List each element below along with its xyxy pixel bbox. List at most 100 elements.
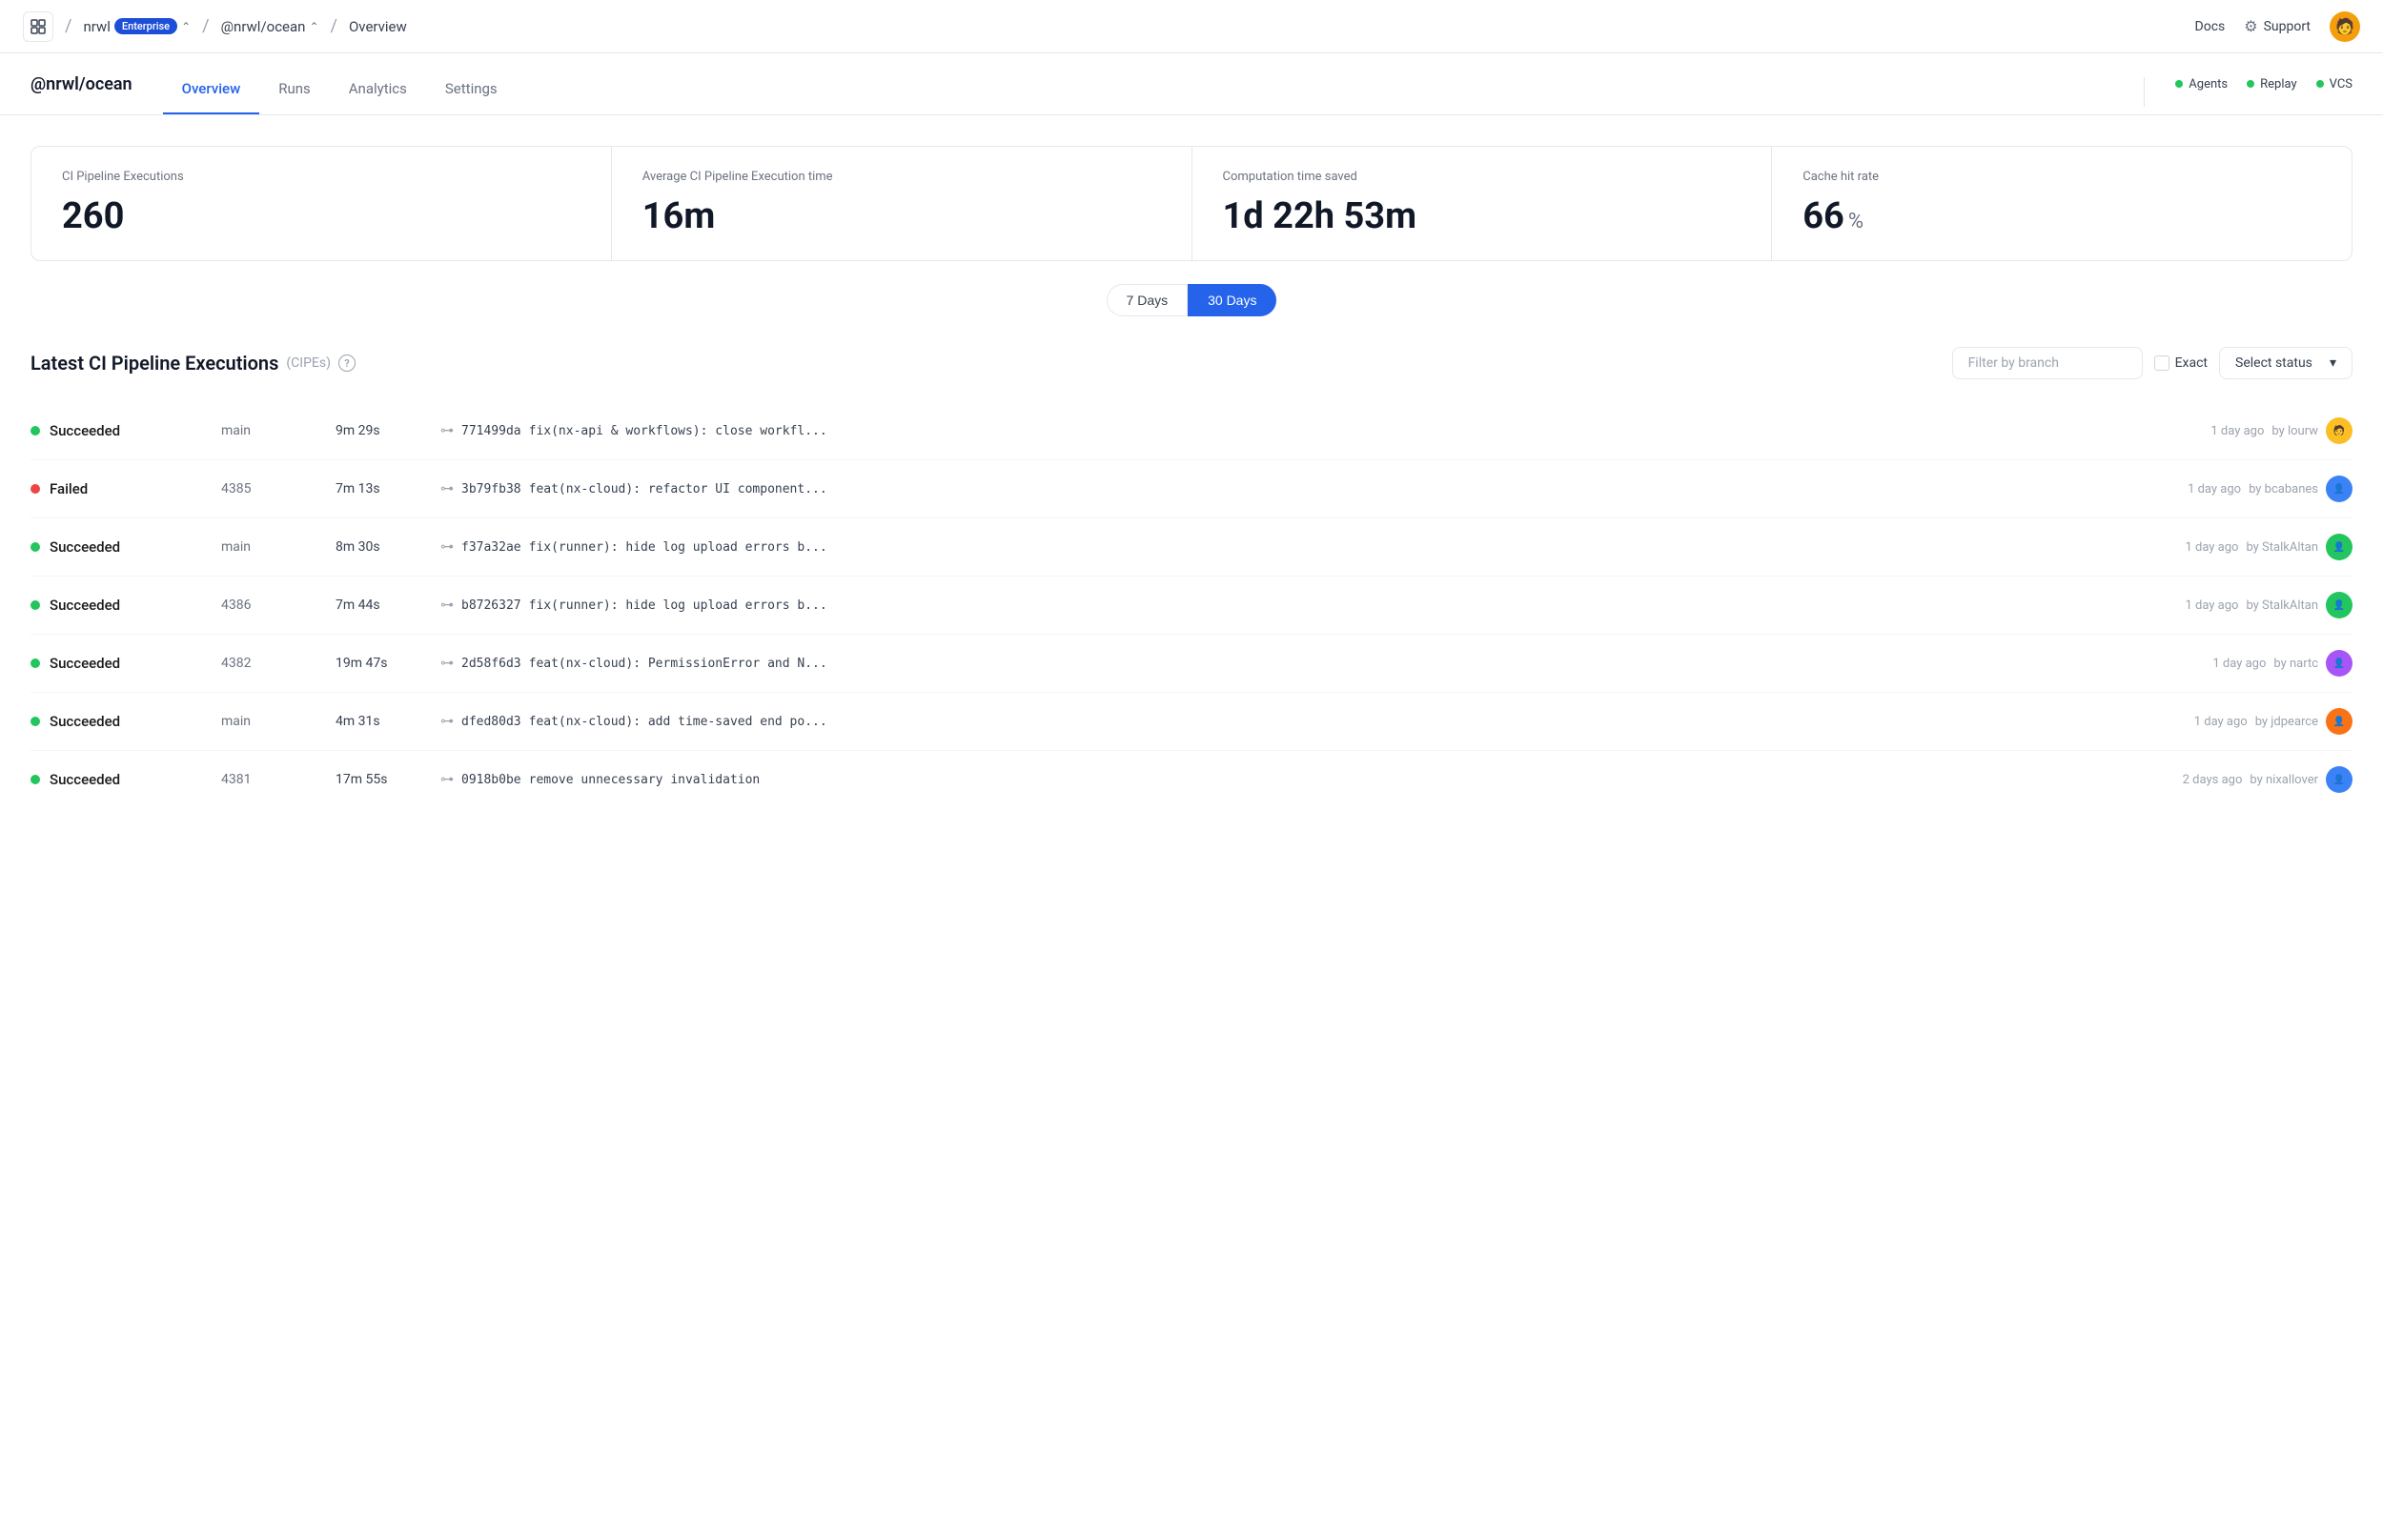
row-duration: 7m 44s bbox=[336, 598, 440, 613]
row-duration: 7m 13s bbox=[336, 481, 440, 496]
pipeline-title: Latest CI Pipeline Executions (CIPEs) ? bbox=[31, 352, 356, 375]
branch-filter-input[interactable]: Filter by branch bbox=[1952, 347, 2143, 379]
page-header: @nrwl/ocean Overview Runs Analytics Sett… bbox=[0, 53, 2383, 115]
table-row[interactable]: Succeeded main 8m 30s ⊶ f37a32ae fix(run… bbox=[31, 518, 2352, 577]
commit-message: fix(runner): hide log upload errors b... bbox=[529, 598, 827, 613]
cipe-table: Succeeded main 9m 29s ⊶ 771499da fix(nx-… bbox=[31, 402, 2352, 808]
stat-computation: Computation time saved 1d 22h 53m bbox=[1192, 147, 1773, 260]
table-row[interactable]: Succeeded 4386 7m 44s ⊶ b8726327 fix(run… bbox=[31, 577, 2352, 635]
commit-message: fix(nx-api & workflows): close workfl... bbox=[529, 424, 827, 438]
stat-cache: Cache hit rate 66 % bbox=[1772, 147, 2352, 260]
commit-icon: ⊶ bbox=[440, 481, 454, 496]
commit-icon: ⊶ bbox=[440, 772, 454, 787]
page-tabs: Overview Runs Analytics Settings bbox=[163, 69, 2145, 114]
tab-settings[interactable]: Settings bbox=[426, 69, 517, 114]
enterprise-badge: Enterprise bbox=[114, 18, 177, 34]
replay-dot bbox=[2247, 80, 2254, 88]
period-30days-button[interactable]: 30 Days bbox=[1188, 284, 1276, 316]
help-icon[interactable]: ? bbox=[338, 355, 356, 372]
status-icon bbox=[31, 542, 40, 552]
status-select-chevron-icon: ▾ bbox=[2330, 355, 2336, 371]
table-row[interactable]: Succeeded main 9m 29s ⊶ 771499da fix(nx-… bbox=[31, 402, 2352, 460]
workspace-name: @nrwl/ocean bbox=[221, 18, 306, 35]
commit-hash: 771499da bbox=[461, 424, 521, 438]
tab-analytics[interactable]: Analytics bbox=[330, 69, 426, 114]
user-avatar[interactable]: 🧑 bbox=[2330, 11, 2360, 42]
status-icon bbox=[31, 775, 40, 784]
support-link[interactable]: ⚙ Support bbox=[2244, 17, 2311, 35]
stat-executions-label: CI Pipeline Executions bbox=[62, 170, 580, 184]
app-logo[interactable] bbox=[23, 11, 53, 42]
status-label: Succeeded bbox=[50, 422, 120, 439]
pipeline-filters: Filter by branch Exact Select status ▾ bbox=[1952, 347, 2352, 379]
replay-label: Replay bbox=[2260, 77, 2297, 91]
status-label: Failed bbox=[50, 480, 88, 497]
commit-hash: 3b79fb38 bbox=[461, 482, 521, 496]
row-status: Succeeded bbox=[31, 713, 221, 730]
org-name: nrwl bbox=[83, 18, 110, 35]
row-status: Succeeded bbox=[31, 597, 221, 614]
row-duration: 8m 30s bbox=[336, 539, 440, 555]
row-meta: 1 day ago by nartc 👤 bbox=[2212, 650, 2352, 677]
status-label: Succeeded bbox=[50, 597, 120, 614]
row-branch: 4382 bbox=[221, 656, 336, 671]
row-duration: 17m 55s bbox=[336, 772, 440, 787]
org-title: @nrwl/ocean bbox=[31, 74, 132, 110]
exact-filter[interactable]: Exact bbox=[2154, 355, 2208, 371]
stat-cache-value: 66 % bbox=[1803, 195, 2321, 237]
row-branch: main bbox=[221, 423, 336, 438]
vcs-dot bbox=[2316, 80, 2324, 88]
period-7days-button[interactable]: 7 Days bbox=[1107, 284, 1189, 316]
pipeline-title-text: Latest CI Pipeline Executions bbox=[31, 352, 278, 375]
row-status: Succeeded bbox=[31, 538, 221, 556]
status-icon bbox=[31, 426, 40, 436]
current-page: Overview bbox=[349, 18, 407, 35]
org-chevron-icon: ⌃ bbox=[181, 20, 191, 33]
vcs-label: VCS bbox=[2330, 77, 2352, 91]
status-select-label: Select status bbox=[2235, 355, 2312, 371]
row-author: by StalkAltan bbox=[2246, 598, 2318, 613]
agents-dot bbox=[2175, 80, 2183, 88]
row-time: 1 day ago bbox=[2188, 482, 2241, 496]
table-row[interactable]: Succeeded 4382 19m 47s ⊶ 2d58f6d3 feat(n… bbox=[31, 635, 2352, 693]
commit-hash: dfed80d3 bbox=[461, 715, 521, 729]
commit-hash: 2d58f6d3 bbox=[461, 657, 521, 671]
row-commit: ⊶ 771499da fix(nx-api & workflows): clos… bbox=[440, 423, 2210, 438]
table-row[interactable]: Failed 4385 7m 13s ⊶ 3b79fb38 feat(nx-cl… bbox=[31, 460, 2352, 518]
stat-cache-label: Cache hit rate bbox=[1803, 170, 2321, 184]
commit-icon: ⊶ bbox=[440, 423, 454, 438]
author-avatar: 🧑 bbox=[2326, 417, 2352, 444]
workspace-chevron-icon: ⌃ bbox=[309, 20, 318, 33]
status-icon bbox=[31, 484, 40, 494]
vcs-status: VCS bbox=[2316, 77, 2352, 91]
row-branch: main bbox=[221, 714, 336, 729]
row-author: by bcabanes bbox=[2249, 482, 2318, 496]
stat-computation-label: Computation time saved bbox=[1223, 170, 1741, 184]
commit-hash: f37a32ae bbox=[461, 540, 521, 555]
status-select[interactable]: Select status ▾ bbox=[2219, 347, 2352, 379]
row-time: 1 day ago bbox=[2185, 598, 2238, 613]
row-commit: ⊶ b8726327 fix(runner): hide log upload … bbox=[440, 598, 2185, 613]
row-status: Succeeded bbox=[31, 422, 221, 439]
author-avatar: 👤 bbox=[2326, 592, 2352, 618]
org-selector[interactable]: nrwl Enterprise ⌃ bbox=[83, 18, 191, 35]
row-meta: 1 day ago by StalkAltan 👤 bbox=[2185, 592, 2352, 618]
row-branch: main bbox=[221, 539, 336, 555]
commit-icon: ⊶ bbox=[440, 714, 454, 729]
row-commit: ⊶ f37a32ae fix(runner): hide log upload … bbox=[440, 539, 2185, 555]
header-status-indicators: Agents Replay VCS bbox=[2144, 77, 2352, 107]
table-row[interactable]: Succeeded main 4m 31s ⊶ dfed80d3 feat(nx… bbox=[31, 693, 2352, 751]
tab-runs[interactable]: Runs bbox=[259, 69, 330, 114]
workspace-selector[interactable]: @nrwl/ocean ⌃ bbox=[221, 18, 319, 35]
row-status: Succeeded bbox=[31, 655, 221, 672]
nav-separator-3: / bbox=[331, 16, 337, 36]
exact-label: Exact bbox=[2175, 355, 2208, 371]
docs-link[interactable]: Docs bbox=[2195, 19, 2226, 34]
table-row[interactable]: Succeeded 4381 17m 55s ⊶ 0918b0be remove… bbox=[31, 751, 2352, 808]
stats-section: CI Pipeline Executions 260 Average CI Pi… bbox=[0, 115, 2383, 316]
exact-checkbox[interactable] bbox=[2154, 355, 2169, 371]
stat-avg-time-value: 16m bbox=[642, 195, 1161, 237]
pipeline-section: Latest CI Pipeline Executions (CIPEs) ? … bbox=[0, 316, 2383, 839]
tab-overview[interactable]: Overview bbox=[163, 69, 260, 114]
replay-status: Replay bbox=[2247, 77, 2297, 91]
